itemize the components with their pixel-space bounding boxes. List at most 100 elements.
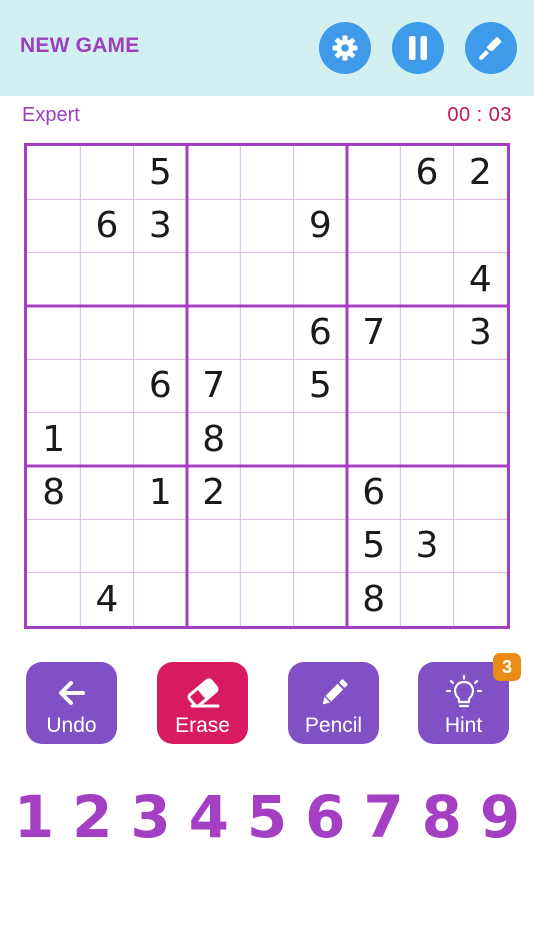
sudoku-cell[interactable] [80,146,133,199]
sudoku-cell[interactable] [187,146,240,199]
sudoku-cell[interactable] [454,573,507,626]
number-button-1[interactable]: 1 [10,782,58,852]
sudoku-cell[interactable]: 3 [400,519,453,572]
hint-button[interactable]: Hint 3 [418,653,521,744]
action-bar: Undo Erase Pencil Hint 3 [0,653,534,744]
number-button-7[interactable]: 7 [360,782,408,852]
number-button-2[interactable]: 2 [68,782,116,852]
number-button-3[interactable]: 3 [127,782,175,852]
sudoku-cell[interactable] [240,199,293,252]
sudoku-cell[interactable]: 1 [27,413,80,466]
sudoku-cell[interactable] [80,359,133,412]
sudoku-cell[interactable] [347,253,400,306]
sudoku-cell[interactable] [400,199,453,252]
number-button-4[interactable]: 4 [185,782,233,852]
sudoku-cell[interactable] [347,199,400,252]
sudoku-cell[interactable] [240,413,293,466]
sudoku-cell[interactable] [240,466,293,519]
sudoku-cell[interactable]: 6 [400,146,453,199]
timer: 00 : 03 [447,104,512,126]
sudoku-cell[interactable] [134,253,187,306]
sudoku-cell[interactable] [80,466,133,519]
sudoku-cell[interactable]: 5 [347,519,400,572]
sudoku-cell[interactable]: 6 [134,359,187,412]
settings-button[interactable] [319,22,371,74]
sudoku-cell[interactable] [80,413,133,466]
sudoku-cell[interactable] [187,253,240,306]
sudoku-cell[interactable] [294,466,347,519]
sudoku-cell[interactable]: 5 [134,146,187,199]
sudoku-cell[interactable]: 7 [347,306,400,359]
sudoku-cell[interactable] [187,573,240,626]
sudoku-cell[interactable] [294,146,347,199]
sudoku-cell[interactable] [27,573,80,626]
number-button-9[interactable]: 9 [476,782,524,852]
sudoku-cell[interactable] [134,413,187,466]
sudoku-cell[interactable] [80,306,133,359]
sudoku-cell[interactable]: 3 [134,199,187,252]
sudoku-cell[interactable] [454,519,507,572]
pause-button[interactable] [392,22,444,74]
sudoku-cell[interactable] [240,359,293,412]
number-button-8[interactable]: 8 [418,782,466,852]
erase-button[interactable]: Erase [157,662,248,744]
sudoku-cell[interactable]: 6 [294,306,347,359]
pencil-button[interactable]: Pencil [288,662,379,744]
sudoku-cell[interactable] [27,146,80,199]
sudoku-cell[interactable] [187,519,240,572]
sudoku-cell[interactable] [400,359,453,412]
sudoku-cell[interactable]: 8 [347,573,400,626]
sudoku-cell[interactable] [27,199,80,252]
number-button-5[interactable]: 5 [243,782,291,852]
sudoku-cell[interactable] [27,306,80,359]
sudoku-cell[interactable]: 2 [187,466,240,519]
sudoku-cell[interactable]: 8 [27,466,80,519]
sudoku-cell[interactable]: 8 [187,413,240,466]
sudoku-cell[interactable] [454,359,507,412]
sudoku-cell[interactable] [240,573,293,626]
undo-button[interactable]: Undo [26,662,117,744]
sudoku-cell[interactable] [347,359,400,412]
sudoku-cell[interactable] [400,306,453,359]
sudoku-cell[interactable] [400,573,453,626]
sudoku-cell[interactable]: 4 [80,573,133,626]
sudoku-cell[interactable] [347,413,400,466]
sudoku-cell[interactable] [134,573,187,626]
sudoku-cell[interactable]: 2 [454,146,507,199]
sudoku-cell[interactable] [80,519,133,572]
sudoku-cell[interactable] [27,253,80,306]
sudoku-cell[interactable] [294,519,347,572]
sudoku-cell[interactable] [187,199,240,252]
sudoku-cell[interactable] [400,413,453,466]
theme-button[interactable] [465,22,517,74]
sudoku-cell[interactable] [240,519,293,572]
sudoku-cell[interactable] [294,413,347,466]
sudoku-cell[interactable] [347,146,400,199]
sudoku-cell[interactable]: 7 [187,359,240,412]
sudoku-cell[interactable] [400,253,453,306]
sudoku-cell[interactable] [134,306,187,359]
sudoku-cell[interactable] [240,306,293,359]
sudoku-cell[interactable] [454,199,507,252]
sudoku-cell[interactable]: 4 [454,253,507,306]
sudoku-cell[interactable] [134,519,187,572]
sudoku-cell[interactable] [294,573,347,626]
sudoku-cell[interactable] [454,413,507,466]
new-game-button[interactable]: NEW GAME [20,34,139,58]
sudoku-cell[interactable]: 6 [80,199,133,252]
sudoku-cell[interactable] [27,359,80,412]
sudoku-cell[interactable] [80,253,133,306]
sudoku-cell[interactable] [240,253,293,306]
sudoku-cell[interactable]: 6 [347,466,400,519]
sudoku-cell[interactable] [294,253,347,306]
sudoku-cell[interactable] [454,466,507,519]
sudoku-cell[interactable] [27,519,80,572]
sudoku-cell[interactable]: 1 [134,466,187,519]
sudoku-cell[interactable] [400,466,453,519]
number-button-6[interactable]: 6 [301,782,349,852]
sudoku-cell[interactable]: 5 [294,359,347,412]
sudoku-cell[interactable]: 3 [454,306,507,359]
sudoku-cell[interactable] [187,306,240,359]
sudoku-cell[interactable] [240,146,293,199]
sudoku-cell[interactable]: 9 [294,199,347,252]
